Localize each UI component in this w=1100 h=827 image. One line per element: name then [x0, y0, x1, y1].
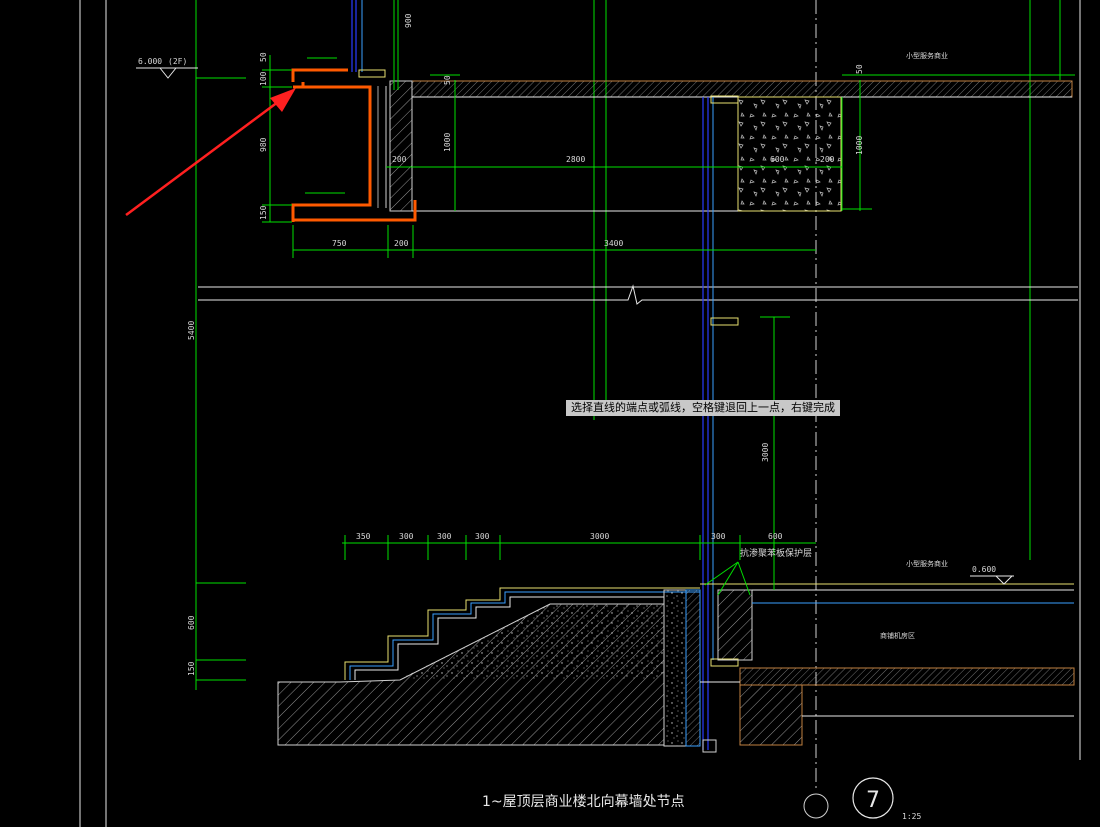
dim-stair-300-d: 300 — [711, 532, 726, 541]
waterproof-note: 抗渗聚苯板保护层 — [740, 547, 812, 559]
upper-slab — [389, 80, 1073, 212]
cad-drawing-canvas[interactable]: 50 100 980 150 900 50 1000 1000 50 200 2… — [0, 0, 1100, 827]
dim-1000-a: 1000 — [443, 133, 452, 152]
drawing-title: 1~屋顶层商业楼北向幕墙处节点 — [482, 794, 685, 810]
dim-50-left: 50 — [259, 52, 268, 62]
dim-750: 750 — [332, 239, 347, 248]
dim-2800: 2800 — [566, 155, 585, 164]
dim-600-side: 600 — [187, 615, 196, 630]
dim-200-a: 200 — [392, 155, 407, 164]
dim-5400: 5400 — [187, 321, 196, 340]
axis-bubble — [803, 793, 829, 819]
command-prompt-tooltip: 选择直线的端点或弧线，空格键退回上一点，右键完成 — [566, 400, 840, 416]
lower-zone-label: 商铺机房区 — [880, 631, 915, 640]
dim-1000-b: 1000 — [855, 136, 864, 155]
break-line — [198, 284, 1078, 305]
dim-stair-600: 600 — [768, 532, 783, 541]
level-upper: 6.000 — [138, 57, 162, 66]
dim-200-b: 200 — [820, 155, 835, 164]
level-lower: 0.600 — [972, 565, 996, 574]
level-labels: 6.000 (2F) 0.600 — [138, 57, 996, 574]
level-upper-floor: (2F) — [168, 57, 187, 66]
dim-50-right: 50 — [855, 64, 864, 74]
dim-150-side: 150 — [187, 661, 196, 676]
detail-number: 7 — [866, 788, 880, 813]
dim-3000-side: 3000 — [761, 443, 770, 462]
dim-50-mid: 50 — [443, 75, 452, 85]
dim-3400: 3400 — [604, 239, 623, 248]
dim-100-left: 100 — [259, 71, 268, 86]
dim-stair-300-a: 300 — [399, 532, 414, 541]
dim-150-left: 150 — [259, 205, 268, 220]
upper-room-label: 小型服务商业 — [906, 51, 948, 60]
dim-stair-350: 350 — [356, 532, 371, 541]
dim-980-left: 980 — [259, 137, 268, 152]
dim-stair-300-b: 300 — [437, 532, 452, 541]
title-block: 1~屋顶层商业楼北向幕墙处节点 7 1:25 — [482, 777, 921, 821]
dim-600: 600 — [770, 155, 785, 164]
lower-room-label: 小型服务商业 — [906, 559, 948, 568]
lower-structure — [277, 583, 1075, 753]
dim-stair-300-c: 300 — [475, 532, 490, 541]
dim-900: 900 — [404, 13, 413, 28]
dim-stair-3000: 3000 — [590, 532, 609, 541]
curtain-wall-upper — [351, 0, 399, 90]
drawing-scale: 1:25 — [902, 812, 921, 821]
dim-200-bottom: 200 — [394, 239, 409, 248]
